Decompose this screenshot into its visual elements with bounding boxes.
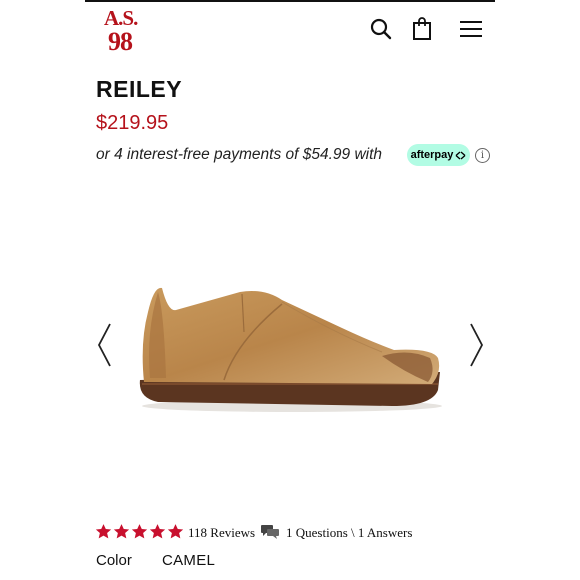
product-price: $219.95 <box>96 112 169 134</box>
rating-stars[interactable] <box>95 523 184 540</box>
star-icon <box>149 524 166 539</box>
product-image <box>139 287 442 412</box>
star-icon <box>95 524 112 539</box>
cart-button[interactable] <box>408 15 436 43</box>
menu-icon <box>460 21 482 37</box>
star-icon <box>131 524 148 539</box>
menu-button[interactable] <box>457 15 485 43</box>
info-icon[interactable]: i <box>475 148 490 163</box>
color-value: CAMEL <box>162 552 216 569</box>
prev-image-button[interactable] <box>95 322 115 368</box>
search-icon <box>370 18 392 40</box>
logo-line-2: 98 <box>108 27 133 56</box>
afterpay-badge[interactable]: afterpay <box>407 144 470 166</box>
questions-answers-link[interactable]: 1 Questions \ 1 Answers <box>286 525 412 541</box>
brand-logo[interactable]: A.S. 98 <box>104 6 138 56</box>
product-title: REILEY <box>96 76 183 102</box>
afterpay-arrows-icon <box>455 151 466 159</box>
search-button[interactable] <box>367 15 395 43</box>
chat-bubbles-icon <box>261 525 279 539</box>
star-icon <box>167 524 184 539</box>
star-icon <box>113 524 130 539</box>
afterpay-label: afterpay <box>410 149 454 161</box>
reviews-link[interactable]: 118 Reviews <box>188 525 255 541</box>
top-border <box>85 0 495 2</box>
next-image-button[interactable] <box>466 322 486 368</box>
installments-text: or 4 interest-free payments of $54.99 wi… <box>96 146 383 163</box>
shopping-bag-icon <box>413 17 431 40</box>
color-label: Color <box>96 552 132 569</box>
chevron-left-icon <box>97 323 111 367</box>
chevron-right-icon <box>470 323 484 367</box>
